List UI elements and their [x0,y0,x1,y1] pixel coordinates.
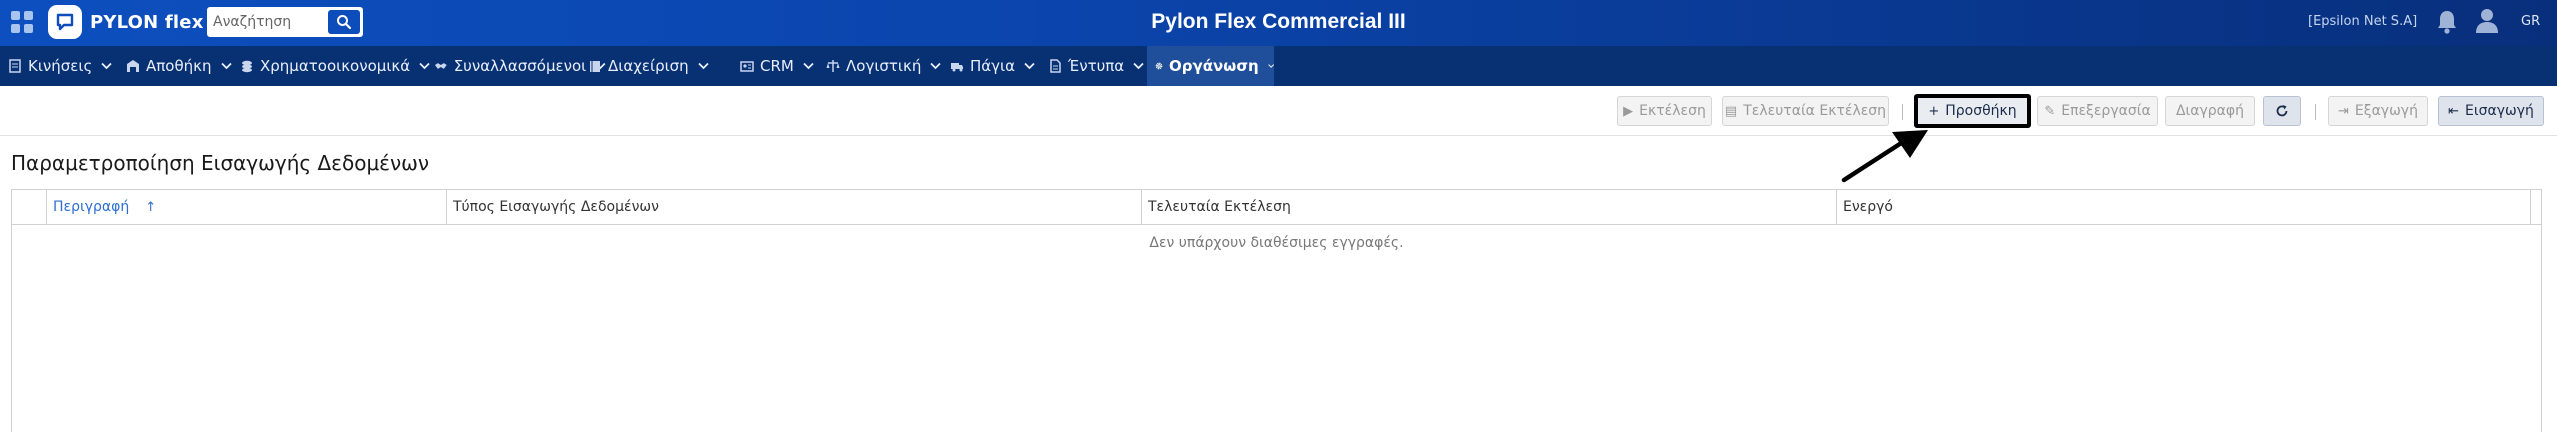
logo-text[interactable]: PYLON flex [90,12,204,33]
nav-item-pagia[interactable]: Πάγια [942,46,1048,86]
main-nav: Κινήσεις Αποθήκη Χρηματοοικονομικά Συναλ… [0,46,2557,86]
top-bar: PYLON flex Pylon Flex Commercial III [Ep… [0,0,2557,46]
nav-item-logistiki[interactable]: Λογιστική [818,46,952,86]
run-button-label: Εκτέλεση [1639,103,1706,119]
import-button-label: Εισαγωγή [2465,103,2534,119]
nav-label: Οργάνωση [1169,57,1259,75]
column-header-label: Τελευταία Εκτέλεση [1148,199,1291,215]
nav-label: Διαχείριση [608,57,689,75]
chevron-down-icon [1267,64,1274,68]
scale-icon [826,60,840,72]
toolbar-divider [1902,104,1903,120]
chevron-down-icon [101,62,112,70]
empty-grid-message: Δεν υπάρχουν διαθέσιμες εγγραφές. [1149,235,1404,251]
nav-item-xrimatooikonomika[interactable]: Χρηματοοικονομικά [232,46,432,86]
nav-label: Πάγια [970,57,1016,75]
chevron-down-icon [698,62,709,70]
grid-header: Περιγραφή ↑ Τύπος Εισαγωγής Δεδομένων Τε… [12,189,2541,225]
nav-label: Αποθήκη [146,57,212,75]
history-icon: ▤ [1724,103,1738,119]
nav-item-synallassomenoi[interactable]: Συναλλασσόμενοι [426,46,606,86]
search-box [207,7,363,37]
app-title: Pylon Flex Commercial III [1151,10,1406,33]
gear-icon [1155,62,1163,70]
nav-item-apothiki[interactable]: Αποθήκη [118,46,236,86]
chevron-down-icon [1133,62,1144,70]
nav-label: Συναλλασσόμενοι [453,57,587,75]
page-title: Παραμετροποίηση Εισαγωγής Δεδομένων [11,151,430,175]
document-icon [9,59,21,73]
annotation-arrow-icon [1841,130,1928,183]
last-run-button-label: Τελευταία Εκτέλεση [1743,103,1887,119]
user-avatar-icon[interactable] [2474,7,2500,39]
refresh-button[interactable] [2263,96,2301,126]
delete-button[interactable]: Διαγραφή [2165,96,2255,126]
column-header-label: Τύπος Εισαγωγής Δεδομένων [453,199,659,215]
column-header-label: Περιγραφή [53,199,130,215]
chevron-down-icon [930,62,941,70]
pencil-icon: ✎ [2044,103,2056,119]
export-button[interactable]: ⇥ Εξαγωγή [2328,96,2428,126]
column-header-import-type[interactable]: Τύπος Εισαγωγής Δεδομένων [447,190,1142,224]
column-header-description[interactable]: Περιγραφή ↑ [47,190,447,224]
import-button[interactable]: ⇤ Εισαγωγή [2438,96,2544,126]
truck-icon [951,63,963,72]
edit-button-label: Επεξεργασία [2061,103,2151,119]
chevron-down-icon [220,62,232,70]
column-header-label: Ενεργό [1843,199,1893,215]
handshake-icon [434,63,447,69]
edit-button[interactable]: ✎ Επεξεργασία [2037,96,2158,126]
warehouse-icon [127,60,139,72]
file-icon [1050,59,1061,73]
nav-item-crm[interactable]: CRM [732,46,822,86]
nav-label: Κινήσεις [28,57,93,75]
play-icon: ▶ [1623,103,1634,119]
column-header-last-run[interactable]: Τελευταία Εκτέλεση [1142,190,1837,224]
search-button[interactable] [328,10,360,34]
run-button[interactable]: ▶ Εκτέλεση [1617,96,1712,126]
delete-button-label: Διαγραφή [2175,103,2245,119]
select-all-column[interactable] [12,190,47,224]
apps-grid-icon[interactable] [11,11,33,33]
search-input[interactable] [213,11,325,33]
coins-icon [242,60,252,73]
sort-ascending-icon: ↑ [145,199,157,215]
export-icon: ⇥ [2338,103,2349,119]
export-button-label: Εξαγωγή [2354,103,2418,119]
toolbar-divider [2315,104,2316,120]
nav-label: Έντυπα [1068,57,1125,75]
nav-label: CRM [760,57,794,75]
chevron-down-icon [1024,62,1035,70]
nav-label: Λογιστική [846,57,922,75]
notifications-bell-icon[interactable] [2436,9,2458,39]
nav-item-diaxeirisi[interactable]: Διαχείριση [580,46,738,86]
logo-icon[interactable] [48,5,82,39]
language-selector[interactable]: GR [2521,14,2540,29]
company-name[interactable]: [Epsilon Net S.A] [2308,14,2417,29]
data-grid: Περιγραφή ↑ Τύπος Εισαγωγής Δεδομένων Τε… [11,189,2542,432]
chevron-down-icon [803,62,814,70]
import-icon: ⇤ [2448,103,2460,119]
nav-item-entypa[interactable]: Έντυπα [1040,46,1146,86]
last-run-button[interactable]: ▤ Τελευταία Εκτέλεση [1722,96,1889,126]
nav-label: Χρηματοοικονομικά [260,57,411,75]
add-button[interactable]: + Προσθήκη [1914,94,2031,128]
add-button-label: Προσθήκη [1945,103,2017,119]
search-icon [337,15,352,30]
refresh-icon [2276,105,2288,117]
column-header-active[interactable]: Ενεργό [1837,190,2531,224]
book-icon [590,61,600,72]
contact-card-icon [740,61,754,72]
plus-icon: + [1928,103,1940,119]
nav-item-kiniseis[interactable]: Κινήσεις [0,46,120,86]
nav-item-organosi[interactable]: Οργάνωση [1147,46,1274,86]
toolbar: ▶ Εκτέλεση ▤ Τελευταία Εκτέλεση + Προσθήκη … [0,86,2557,136]
